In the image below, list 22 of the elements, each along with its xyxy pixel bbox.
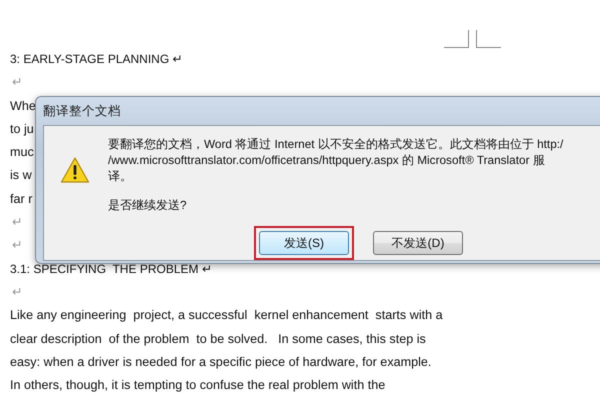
paragraph-mark: ↵ [11, 237, 23, 254]
warning-icon [60, 156, 90, 184]
text-line: In others, though, it is tempting to confuse the real problem with the [10, 377, 386, 394]
text-line: muc [10, 144, 34, 162]
text-line: is w [10, 167, 32, 184]
dialog-button[interactable]: 发送(S) [259, 231, 349, 255]
text-line: clear description of the problem to be solved. In some cases, this step is [10, 330, 426, 348]
text-line: far r [10, 190, 32, 208]
page-corner-marks-drawing [444, 30, 502, 48]
text-line: Like any engineering project, a successful kernel enhancement starts with a [10, 307, 443, 324]
section-heading: 3: EARLY-STAGE PLANNING ↵ [10, 51, 182, 68]
dialog-title: 翻译整个文档 [43, 103, 122, 120]
paragraph-mark: ↵ [11, 214, 23, 232]
text-line: to ju [10, 120, 34, 138]
paragraph-mark: ↵ [11, 284, 23, 301]
section-heading: 3.1: SPECIFYING THE PROBLEM ↵ [10, 260, 212, 278]
text-line: Whe [10, 98, 36, 115]
dialog-question: 是否继续发送? [108, 198, 188, 214]
paragraph-mark: ↵ [11, 74, 23, 92]
dialog-button[interactable]: 不发送(D) [373, 231, 463, 255]
dialog-message: 要翻译您的文档，Word 将通过 Internet 以不安全的格式发送它。此文档将由位于 http:/ /www.microsofttranslator.com/officetrans/httpquery.aspx 的 Microsoft® Translator 服 译。 [108, 136, 564, 184]
text-line: easy: when a driver is needed for a specific piece of hardware, for example. [10, 354, 432, 371]
